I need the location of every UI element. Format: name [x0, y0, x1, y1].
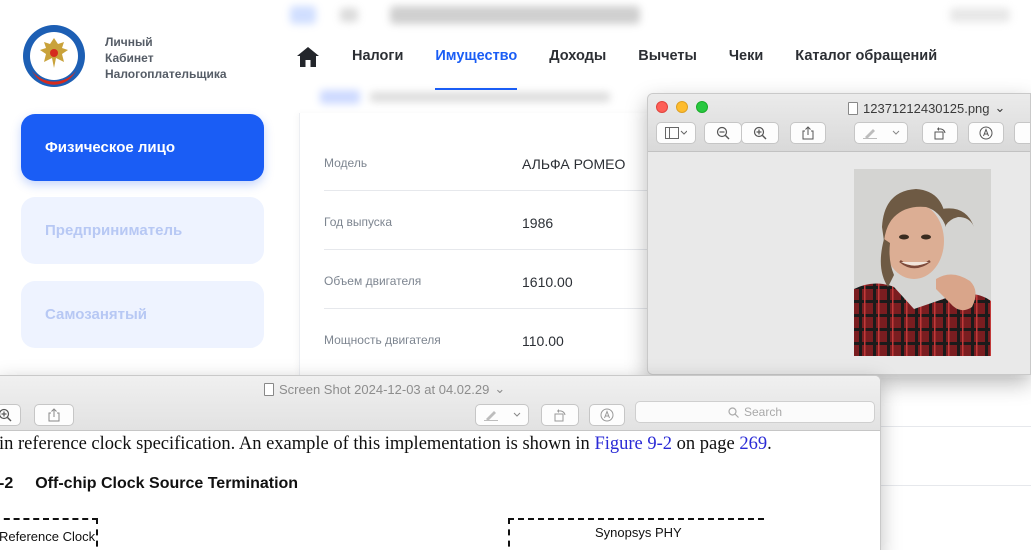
- rotate-icon: [554, 409, 566, 422]
- nav-item-property[interactable]: Имущество: [435, 48, 517, 90]
- markup-toolbar-button[interactable]: [968, 122, 1004, 144]
- property-value: 110.00: [522, 333, 564, 349]
- pdf-document-page: in reference clock specification. An exa…: [0, 431, 880, 550]
- property-label: Объем двигателя: [324, 274, 422, 288]
- paragraph-text: .: [767, 434, 772, 454]
- sidebar-toggle-button[interactable]: [656, 122, 696, 144]
- paragraph-text: on page: [672, 434, 740, 454]
- chevron-down-icon: [892, 130, 899, 135]
- pdf-window-title[interactable]: Screen Shot 2024-12-03 at 04.02.29 ⌄: [264, 381, 505, 397]
- zoom-out-icon: [716, 126, 730, 140]
- property-label: Модель: [324, 156, 368, 170]
- divider: [880, 426, 1031, 427]
- search-placeholder: Search: [743, 405, 783, 419]
- diagram-label-reference-clock: Reference Clock: [0, 529, 96, 544]
- nav-item-income[interactable]: Доходы: [549, 48, 606, 64]
- pen-icon: [483, 411, 498, 421]
- markup-toolbar-button[interactable]: [589, 404, 625, 426]
- photo-window-titlebar[interactable]: 12371212430125.png ⌄: [648, 94, 1030, 152]
- rotate-button[interactable]: [541, 404, 579, 426]
- body-paragraph: in reference clock specification. An exa…: [0, 434, 772, 455]
- zoom-in-button[interactable]: [0, 404, 21, 426]
- markup-button[interactable]: [475, 404, 529, 426]
- share-icon: [802, 126, 814, 140]
- property-label: Мощность двигателя: [324, 333, 441, 347]
- search-input[interactable]: Search: [635, 401, 875, 423]
- nav-item-receipts[interactable]: Чеки: [729, 48, 763, 64]
- pdf-preview-window: Screen Shot 2024-12-03 at 04.02.29 ⌄ Sea…: [0, 375, 881, 550]
- blurred-header-remnant: [290, 0, 650, 30]
- markup-icon: [979, 126, 993, 140]
- sidebar-item-self-employed[interactable]: Самозанятый: [21, 281, 264, 348]
- zoom-out-button[interactable]: [704, 122, 742, 144]
- home-icon[interactable]: [296, 46, 320, 68]
- paragraph-text: in reference clock specification. An exa…: [0, 434, 595, 454]
- share-button[interactable]: [34, 404, 74, 426]
- cabinet-title: Личный Кабинет Налогоплательщика: [105, 34, 227, 82]
- section-title: Off-chip Clock Source Termination: [35, 475, 299, 492]
- rotate-icon: [934, 127, 946, 140]
- nav-item-requests-catalog[interactable]: Каталог обращений: [795, 48, 937, 64]
- property-row-engine-volume: Объем двигателя 1610.00: [324, 250, 664, 309]
- share-button[interactable]: [790, 122, 826, 144]
- markup-icon: [600, 408, 614, 422]
- section-number: -2: [0, 475, 14, 492]
- property-row-engine-power: Мощность двигателя 110.00: [324, 309, 664, 368]
- chevron-down-icon: ⌄: [494, 381, 506, 396]
- cabinet-title-line: Личный: [105, 35, 153, 49]
- property-row-year: Год выпуска 1986: [324, 191, 664, 250]
- fns-emblem-logo[interactable]: [22, 24, 86, 88]
- zoom-window-button[interactable]: [696, 101, 708, 113]
- search-icon: [728, 406, 739, 418]
- chevron-down-icon: ⌄: [994, 100, 1006, 115]
- portrait-photo-image: [854, 169, 991, 356]
- photo-preview-window: 12371212430125.png ⌄: [647, 93, 1031, 375]
- pdf-file-name: Screen Shot 2024-12-03 at 04.02.29: [279, 381, 490, 397]
- divider: [880, 485, 1031, 486]
- property-value: 1610.00: [522, 274, 573, 290]
- photo-window-title[interactable]: 12371212430125.png ⌄: [848, 100, 1005, 116]
- image-canvas: [648, 152, 1030, 374]
- property-row-model: Модель АЛЬФА РОМЕО: [324, 132, 664, 191]
- property-label: Год выпуска: [324, 215, 392, 229]
- sidebar-icon: [665, 127, 687, 139]
- cabinet-title-line: Налогоплательщика: [105, 67, 227, 81]
- image-file-icon: [848, 101, 858, 115]
- page-link[interactable]: 269: [739, 434, 767, 454]
- figure-link[interactable]: Figure 9-2: [594, 434, 672, 454]
- property-value: 1986: [522, 215, 554, 231]
- share-icon: [48, 408, 60, 422]
- zoom-in-icon: [0, 408, 12, 422]
- chevron-down-icon: [513, 412, 520, 417]
- search-button-partial[interactable]: [1014, 122, 1030, 144]
- window-controls: [656, 101, 708, 113]
- sidebar-item-entrepreneur[interactable]: Предприниматель: [21, 197, 264, 264]
- property-value: АЛЬФА РОМЕО: [522, 156, 626, 172]
- main-nav: Налоги Имущество Доходы Вычеты Чеки Ката…: [352, 48, 969, 90]
- cabinet-title-line: Кабинет: [105, 51, 154, 65]
- image-file-icon: [264, 382, 274, 396]
- rotate-button[interactable]: [922, 122, 958, 144]
- nav-item-deductions[interactable]: Вычеты: [638, 48, 697, 64]
- pen-icon: [862, 129, 877, 139]
- zoom-in-button[interactable]: [741, 122, 779, 144]
- markup-button[interactable]: [854, 122, 908, 144]
- diagram-label-synopsys-phy: Synopsys PHY: [595, 525, 682, 540]
- section-heading: -2 Off-chip Clock Source Termination: [0, 475, 298, 493]
- minimize-window-button[interactable]: [676, 101, 688, 113]
- nav-item-taxes[interactable]: Налоги: [352, 48, 403, 64]
- blurred-header-remnant-right: [950, 8, 1010, 22]
- close-window-button[interactable]: [656, 101, 668, 113]
- pdf-window-titlebar[interactable]: Screen Shot 2024-12-03 at 04.02.29 ⌄ Sea…: [0, 376, 880, 431]
- photo-file-name: 12371212430125.png: [863, 100, 990, 116]
- sidebar-item-individual[interactable]: Физическое лицо: [21, 114, 264, 181]
- blurred-breadcrumb-remnant: [320, 90, 620, 106]
- zoom-in-icon: [753, 126, 767, 140]
